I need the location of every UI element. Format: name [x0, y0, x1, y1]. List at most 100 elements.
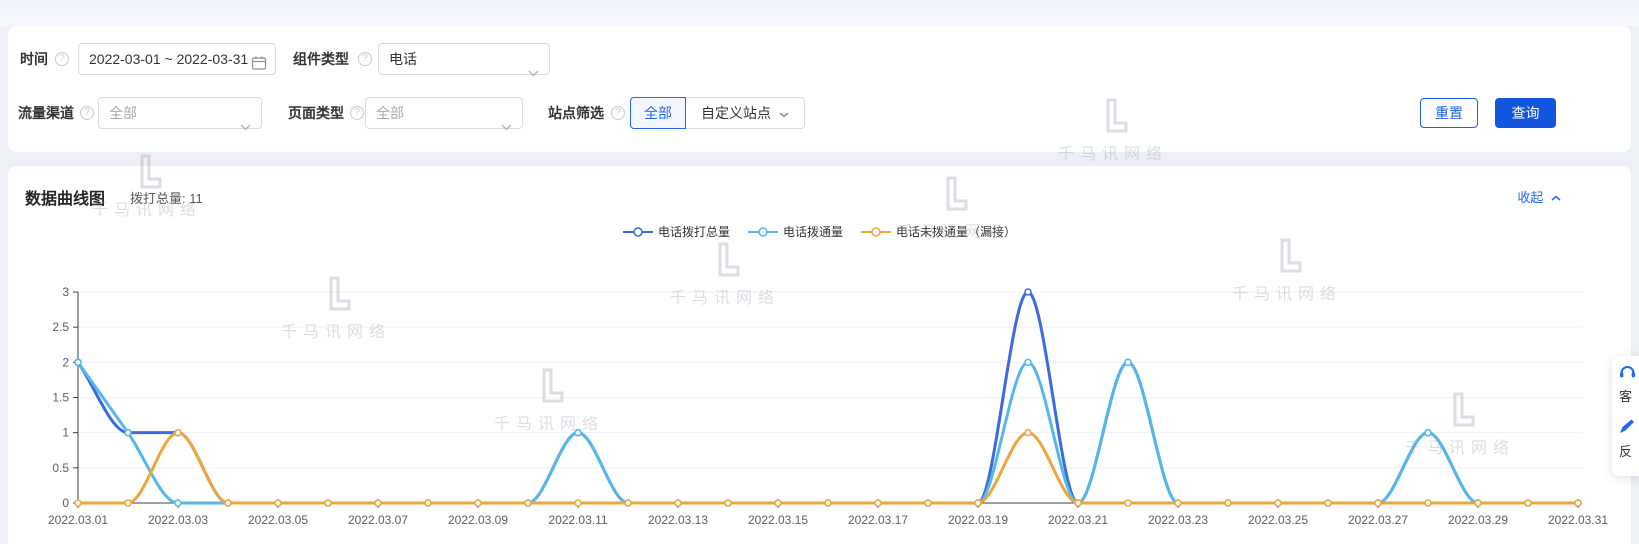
feedback-label: 反: [1619, 441, 1639, 460]
y-axis-label: 1: [62, 426, 69, 440]
component-type-select[interactable]: 电话: [378, 43, 550, 75]
y-axis-label: 2: [62, 355, 69, 369]
data-point[interactable]: [1025, 289, 1031, 295]
y-axis-label: 2.5: [52, 320, 69, 334]
site-filter-custom-label: 自定义站点: [701, 105, 771, 121]
query-button[interactable]: 查询: [1495, 98, 1556, 128]
data-point[interactable]: [75, 359, 81, 365]
component-type-help-icon[interactable]: ?: [358, 52, 372, 66]
traffic-channel-label: 流量渠道: [18, 97, 74, 129]
time-help-icon[interactable]: ?: [55, 52, 69, 66]
floating-help-widget: 客 反: [1612, 356, 1639, 476]
data-point[interactable]: [1125, 359, 1131, 365]
top-band: [0, 0, 1639, 26]
data-point[interactable]: [175, 430, 181, 436]
site-filter-all-button[interactable]: 全部: [630, 97, 686, 129]
pen-icon: [1619, 418, 1635, 434]
data-point[interactable]: [275, 500, 281, 506]
data-point[interactable]: [1425, 500, 1431, 506]
data-point[interactable]: [825, 500, 831, 506]
data-point[interactable]: [1075, 500, 1081, 506]
date-range-input[interactable]: 2022-03-01 ~ 2022-03-31: [78, 43, 276, 75]
x-axis-label: 2022.03.13: [648, 513, 708, 527]
data-point[interactable]: [175, 500, 181, 506]
headset-icon: [1619, 364, 1636, 379]
data-point[interactable]: [1125, 500, 1131, 506]
customer-service-label: 客: [1619, 386, 1639, 405]
page-type-select[interactable]: 全部: [365, 97, 523, 129]
page-type-label: 页面类型: [288, 97, 344, 129]
x-axis-label: 2022.03.29: [1448, 513, 1508, 527]
page-type-help-icon[interactable]: ?: [350, 106, 364, 120]
x-axis-label: 2022.03.07: [348, 513, 408, 527]
chevron-down-icon: [779, 112, 789, 118]
data-point[interactable]: [125, 500, 131, 506]
chevron-down-icon: [240, 111, 251, 141]
data-curve-chart: 00.511.522.532022.03.012022.03.032022.03…: [8, 166, 1631, 544]
data-point[interactable]: [1425, 430, 1431, 436]
x-axis-label: 2022.03.03: [148, 513, 208, 527]
x-axis-label: 2022.03.17: [848, 513, 908, 527]
data-point[interactable]: [1225, 500, 1231, 506]
calendar-icon: [251, 51, 267, 81]
chevron-down-icon: [528, 57, 539, 87]
data-point[interactable]: [975, 500, 981, 506]
data-point[interactable]: [625, 500, 631, 506]
filter-panel: 时间 ? 2022-03-01 ~ 2022-03-31 组件类型 ? 电话 流…: [8, 26, 1631, 152]
customer-service-item[interactable]: 客: [1619, 364, 1639, 405]
data-point[interactable]: [675, 500, 681, 506]
x-axis-label: 2022.03.19: [948, 513, 1008, 527]
x-axis-label: 2022.03.11: [548, 513, 607, 527]
x-axis-label: 2022.03.27: [1348, 513, 1408, 527]
site-filter-custom-dropdown[interactable]: 自定义站点: [686, 97, 805, 129]
traffic-channel-value: 全部: [109, 105, 137, 121]
site-filter-segment: 全部 自定义站点: [630, 97, 805, 129]
page-type-value: 全部: [376, 105, 404, 121]
data-point[interactable]: [125, 430, 131, 436]
x-axis-label: 2022.03.25: [1248, 513, 1308, 527]
data-point[interactable]: [1375, 500, 1381, 506]
x-axis-label: 2022.03.09: [448, 513, 508, 527]
traffic-channel-select[interactable]: 全部: [98, 97, 262, 129]
data-point[interactable]: [575, 500, 581, 506]
time-filter-label: 时间: [20, 43, 48, 75]
feedback-item[interactable]: 反: [1619, 418, 1639, 460]
data-point[interactable]: [1575, 500, 1581, 506]
data-point[interactable]: [475, 500, 481, 506]
data-point[interactable]: [1475, 500, 1481, 506]
data-point[interactable]: [325, 500, 331, 506]
data-point[interactable]: [575, 430, 581, 436]
data-point[interactable]: [425, 500, 431, 506]
data-point[interactable]: [875, 500, 881, 506]
data-point[interactable]: [775, 500, 781, 506]
data-point[interactable]: [1025, 359, 1031, 365]
data-point[interactable]: [1525, 500, 1531, 506]
data-point[interactable]: [75, 500, 81, 506]
chevron-down-icon: [501, 111, 512, 141]
data-point[interactable]: [375, 500, 381, 506]
site-filter-help-icon[interactable]: ?: [611, 106, 625, 120]
data-point[interactable]: [525, 500, 531, 506]
y-axis-label: 1.5: [52, 391, 69, 405]
y-axis-label: 0.5: [52, 461, 69, 475]
x-axis-label: 2022.03.31: [1548, 513, 1608, 527]
x-axis-label: 2022.03.05: [248, 513, 308, 527]
y-axis-label: 3: [62, 285, 69, 299]
date-range-value: 2022-03-01 ~ 2022-03-31: [89, 51, 248, 67]
x-axis-label: 2022.03.21: [1048, 513, 1108, 527]
data-point[interactable]: [1325, 500, 1331, 506]
component-type-label: 组件类型: [293, 43, 349, 75]
x-axis-label: 2022.03.15: [748, 513, 808, 527]
site-filter-label: 站点筛选: [548, 97, 604, 129]
analytics-page: 时间 ? 2022-03-01 ~ 2022-03-31 组件类型 ? 电话 流…: [0, 0, 1639, 544]
data-point[interactable]: [1275, 500, 1281, 506]
traffic-channel-help-icon[interactable]: ?: [80, 106, 94, 120]
x-axis-label: 2022.03.01: [48, 513, 108, 527]
reset-button[interactable]: 重置: [1420, 98, 1478, 128]
x-axis-label: 2022.03.23: [1148, 513, 1208, 527]
data-point[interactable]: [225, 500, 231, 506]
data-point[interactable]: [1175, 500, 1181, 506]
data-point[interactable]: [725, 500, 731, 506]
data-point[interactable]: [925, 500, 931, 506]
data-point[interactable]: [1025, 430, 1031, 436]
